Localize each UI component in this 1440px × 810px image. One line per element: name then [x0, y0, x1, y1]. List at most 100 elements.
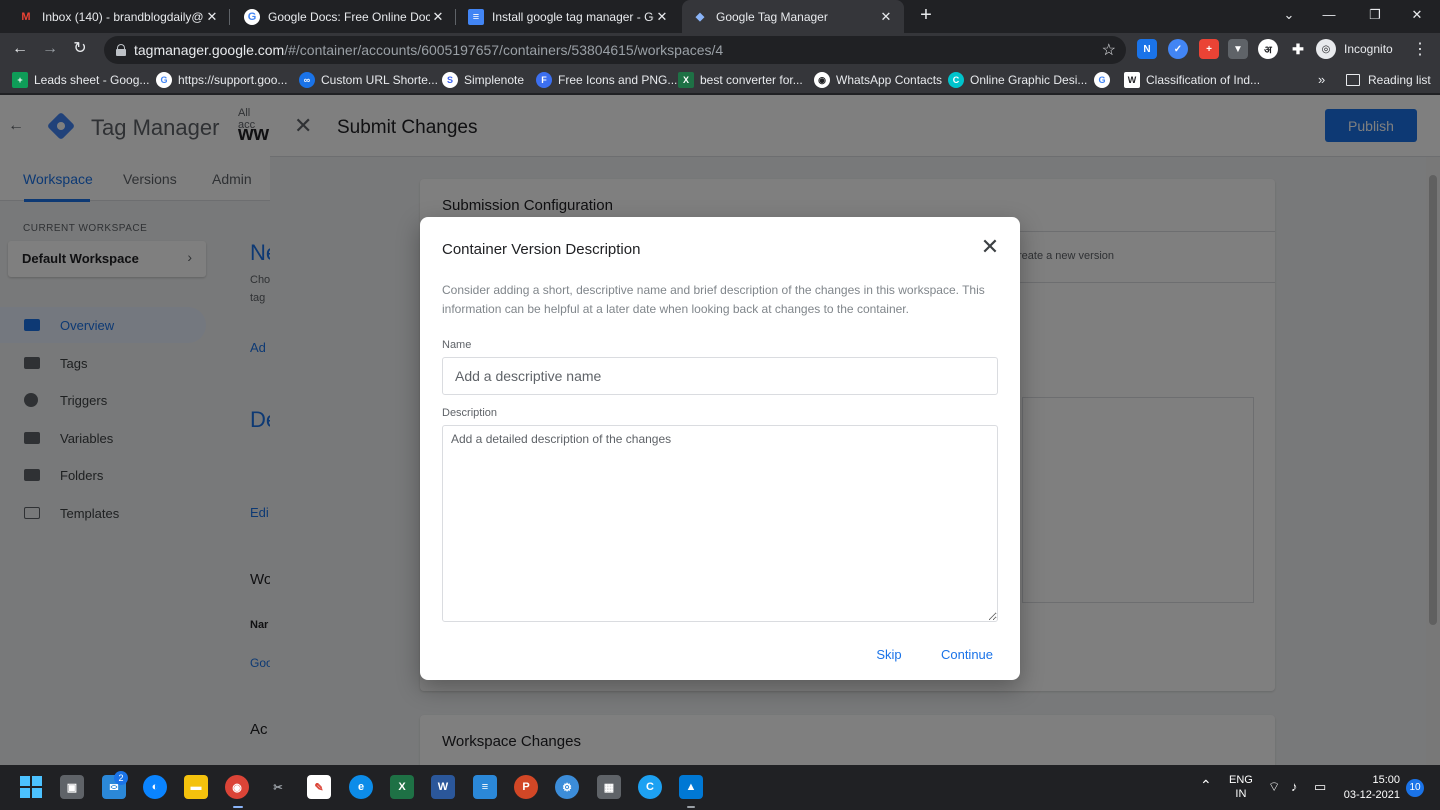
bookmark-label: Leads sheet - Goog...	[34, 73, 150, 87]
gmail-icon: M	[21, 10, 31, 23]
tab-title: Google Docs: Free Online Docum	[268, 9, 430, 24]
tab-google-tag-manager[interactable]: ◆ Google Tag Manager ✕	[682, 0, 904, 33]
bookmark-item[interactable]: C Online Graphic Desi...	[948, 70, 1087, 90]
close-icon[interactable]: ✕	[978, 235, 1002, 259]
tab-title: Install google tag manager - Goo	[492, 9, 654, 24]
back-arrow-icon[interactable]: ←	[8, 38, 32, 60]
window-close-icon[interactable]: ✕	[1394, 0, 1440, 33]
puzzle-icon[interactable]: ✚	[1288, 39, 1308, 59]
close-tab-icon[interactable]: ✕	[654, 9, 670, 25]
more-bookmarks-chevron[interactable]: »	[1318, 72, 1325, 87]
word-icon[interactable]: W	[431, 775, 455, 799]
snipping-icon[interactable]: ✂	[266, 775, 290, 799]
forward-arrow-icon[interactable]: →	[38, 38, 62, 60]
system-clock[interactable]: 15:00 03-12-2021	[1340, 773, 1400, 803]
windows-start-icon[interactable]	[19, 775, 43, 799]
tag-manager-icon: ◆	[695, 11, 705, 23]
version-name-input[interactable]	[442, 357, 998, 395]
file-explorer-icon[interactable]: ▬	[184, 775, 208, 799]
bookmark-item[interactable]: W Classification of Ind...	[1124, 70, 1260, 90]
new-tab-plus-icon[interactable]: +	[914, 4, 938, 28]
link-icon: ∞	[299, 72, 315, 88]
bookmark-label: best converter for...	[700, 73, 803, 87]
incognito-indicator[interactable]: ◎ Incognito	[1316, 38, 1393, 60]
more-menu-icon[interactable]: ⋮	[1412, 39, 1428, 59]
minimize-icon[interactable]: —	[1306, 0, 1352, 33]
tab-separator	[229, 9, 230, 25]
excel-icon[interactable]: X	[390, 775, 414, 799]
mail-badge: 2	[114, 771, 128, 785]
bookmarks-bar: + Leads sheet - Goog... Ghttps://support.…	[0, 66, 1440, 94]
bookmark-label: Online Graphic Desi...	[970, 73, 1088, 87]
incognito-label: Incognito	[1344, 42, 1393, 56]
firefox-icon[interactable]: ◐	[143, 775, 167, 799]
version-description-textarea[interactable]	[442, 425, 998, 622]
reload-icon[interactable]: ↻	[68, 38, 92, 60]
sheets-icon: +	[12, 72, 28, 88]
new-extension-icon[interactable]: N	[1137, 39, 1157, 59]
bookmark-item[interactable]: F Free Icons and PNG...	[536, 70, 677, 90]
hindi-extension-icon[interactable]: अ	[1258, 39, 1278, 59]
edge-icon[interactable]: e	[349, 775, 373, 799]
close-tab-icon[interactable]: ✕	[878, 9, 894, 25]
notification-badge[interactable]: 10	[1406, 779, 1424, 797]
extension-icon[interactable]: ▼	[1228, 39, 1248, 59]
bookmark-item[interactable]: S Simplenote	[442, 70, 524, 90]
tab-google-docs[interactable]: G Google Docs: Free Online Docum ✕	[234, 0, 456, 33]
bookmark-item[interactable]: ◉ WhatsApp Contacts	[814, 70, 942, 90]
restore-icon[interactable]: ❐	[1352, 0, 1398, 33]
address-bar[interactable]: tagmanager.google.com /#/container/accou…	[104, 36, 1126, 64]
tab-install-gtm[interactable]: ≡ Install google tag manager - Goo ✕	[458, 0, 680, 33]
google-icon: G	[244, 8, 260, 25]
language-indicator[interactable]: ENG IN	[1229, 773, 1253, 801]
task-view-icon[interactable]: ▣	[60, 775, 84, 799]
clock-time: 15:00	[1372, 774, 1400, 786]
url-host: tagmanager.google.com	[134, 42, 285, 58]
extension-icon[interactable]: +	[1199, 39, 1219, 59]
active-app-indicator	[687, 806, 695, 808]
incognito-icon: ◎	[1316, 39, 1336, 59]
extension-icon[interactable]: ✓	[1168, 39, 1188, 59]
tab-separator	[455, 9, 456, 25]
region-code: IN	[1235, 788, 1247, 800]
volume-icon[interactable]: ♪	[1291, 779, 1298, 797]
tray-overflow-chevron-icon[interactable]: ⌃	[1200, 777, 1212, 797]
tab-gmail[interactable]: M Inbox (140) - brandblogdaily@gm ✕	[8, 0, 230, 33]
container-version-description-dialog: Container Version Description ✕ Consider…	[420, 217, 1020, 680]
bookmark-item[interactable]: + Leads sheet - Goog...	[12, 70, 149, 90]
google-icon: G	[156, 72, 172, 88]
cortana-icon[interactable]: C	[638, 775, 662, 799]
paint-icon[interactable]: ✎	[307, 775, 331, 799]
reading-list-icon	[1346, 74, 1360, 86]
wifi-icon[interactable]: ⌔	[1268, 779, 1280, 797]
url-path: /#/container/accounts/6005197657/contain…	[284, 42, 724, 58]
battery-icon[interactable]: ▭	[1314, 779, 1326, 797]
reading-list-button[interactable]: Reading list	[1346, 70, 1431, 90]
wikipedia-icon: W	[1124, 72, 1140, 88]
close-tab-icon[interactable]: ✕	[430, 9, 446, 25]
tab-title: Inbox (140) - brandblogdaily@gm	[42, 9, 204, 24]
canva-icon: C	[948, 72, 964, 88]
skip-button[interactable]: Skip	[870, 643, 908, 665]
calculator-icon[interactable]: ▦	[597, 775, 621, 799]
name-label: Name	[442, 339, 472, 351]
photos-icon[interactable]: ▲	[679, 775, 703, 799]
docs-icon: ≡	[468, 8, 484, 25]
excel-icon: X	[678, 72, 694, 88]
continue-button[interactable]: Continue	[934, 643, 1000, 665]
bookmark-item[interactable]: G	[1094, 70, 1116, 90]
bookmark-label: Simplenote	[464, 73, 525, 87]
bookmark-star-icon[interactable]: ☆	[1102, 40, 1116, 60]
notepad-icon[interactable]: ≡	[473, 775, 497, 799]
bookmark-item[interactable]: Ghttps://support.goo...	[156, 70, 287, 90]
settings-gear-icon[interactable]: ⚙	[555, 775, 579, 799]
chrome-icon[interactable]: ◉	[225, 775, 249, 799]
bookmark-label: https://support.goo...	[178, 73, 288, 87]
bookmark-item[interactable]: ∞ Custom URL Shorte...	[299, 70, 438, 90]
bookmark-item[interactable]: Xbest converter for...	[678, 70, 803, 90]
powerpoint-icon[interactable]: P	[514, 775, 538, 799]
whatsapp-icon: ◉	[814, 72, 830, 88]
close-tab-icon[interactable]: ✕	[204, 9, 220, 25]
reading-list-label: Reading list	[1368, 73, 1431, 87]
bookmark-label: Classification of Ind...	[1146, 73, 1261, 87]
